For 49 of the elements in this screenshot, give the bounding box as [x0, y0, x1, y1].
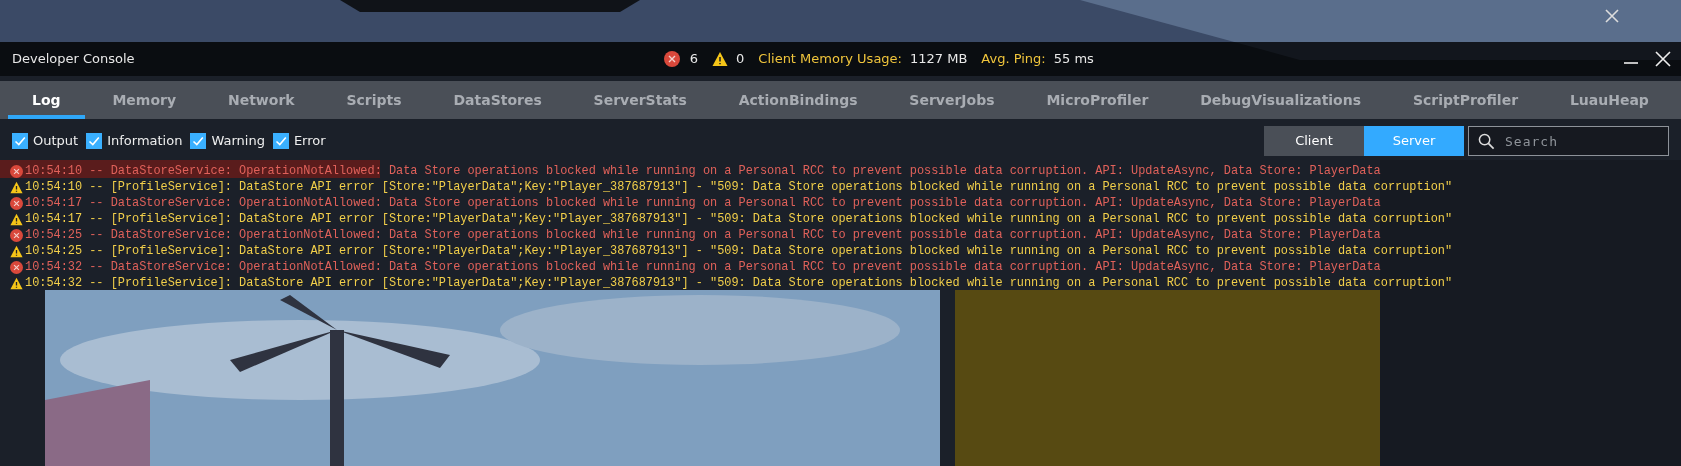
tab[interactable]: ScriptProfiler [1388, 81, 1543, 119]
tab[interactable]: LuauHeap [1545, 81, 1673, 119]
tab[interactable]: ServerJobs [885, 81, 1019, 119]
toggle-button[interactable]: Client [1264, 126, 1364, 156]
window-title: Developer Console [11, 51, 135, 67]
log-entry: 10:54:17 -- DataStoreService: OperationNotAllowed: Data Store operations blocked while running on a Personal RCC to prevent possible data corruption. API: UpdateAsync, Data Store: PlayerData [25, 195, 1381, 211]
log-entry: 10:54:10 -- DataStoreService: OperationNotAllowed: Data Store operations blocked while running on a Personal RCC to prevent possible data corruption. API: UpdateAsync, Data Store: PlayerData [25, 163, 1381, 179]
checkbox-label: Warning [211, 132, 265, 151]
checkbox-label: Output [33, 132, 79, 151]
tab[interactable]: Log [8, 81, 85, 119]
log-entry: 10:54:32 -- DataStoreService: OperationNotAllowed: Data Store operations blocked while running on a Personal RCC to prevent possible data corruption. API: UpdateAsync, Data Store: PlayerData [25, 259, 1381, 275]
warning-icon [10, 276, 23, 290]
error-icon [10, 196, 23, 210]
log-entry: 10:54:32 -- [ProfileService]: DataStore API error [Store:"PlayerData";Key:"Player_387687913"] - "509: Data Store operations blocked while running on a Personal RCC to prevent possible data corruption" [25, 275, 1453, 291]
warning-icon [10, 212, 23, 226]
tab[interactable]: DebugVisualizations [1176, 81, 1386, 119]
error-icon [663, 51, 680, 67]
log-entry: 10:54:17 -- [ProfileService]: DataStore API error [Store:"PlayerData";Key:"Player_387687913"] - "509: Data Store operations blocked while running on a Personal RCC to prevent possible data corruption" [25, 211, 1453, 227]
checkbox[interactable] [86, 133, 103, 149]
ping-label: Avg. Ping: [981, 50, 1046, 69]
tab[interactable]: DataStores [429, 81, 566, 119]
log-entry: 10:54:10 -- [ProfileService]: DataStore API error [Store:"PlayerData";Key:"Player_387687913"] - "509: Data Store operations blocked while running on a Personal RCC to prevent possible data corruption" [25, 179, 1453, 195]
search-icon [1478, 133, 1495, 150]
checkbox[interactable] [12, 133, 28, 149]
log-entry: 10:54:25 -- DataStoreService: OperationNotAllowed: Data Store operations blocked while running on a Personal RCC to prevent possible data corruption. API: UpdateAsync, Data Store: PlayerData [25, 227, 1381, 243]
memory-label: Client Memory Usage: [758, 50, 902, 69]
warning-icon [712, 51, 729, 67]
tab[interactable]: ActionBindings [714, 81, 882, 119]
warning-icon [10, 180, 23, 194]
tab[interactable]: MicroProfiler [1022, 81, 1173, 119]
warning-count: 0 [736, 50, 745, 69]
checkbox[interactable] [190, 133, 207, 149]
warning-icon [10, 244, 23, 258]
close-icon[interactable] [1655, 51, 1671, 67]
tab[interactable]: Network [203, 81, 319, 119]
log-entry: 10:54:25 -- [ProfileService]: DataStore API error [Store:"PlayerData";Key:"Player_387687913"] - "509: Data Store operations blocked while running on a Personal RCC to prevent possible data corruption" [25, 243, 1453, 259]
search-field[interactable]: Search [1468, 126, 1669, 156]
error-icon [10, 164, 23, 178]
checkbox-label: Error [293, 132, 326, 151]
error-icon [10, 260, 23, 274]
memory-value: 1127 MB [910, 50, 968, 69]
tab[interactable]: ServerStats [569, 81, 711, 119]
ping-value: 55 ms [1053, 50, 1094, 69]
checkbox-label: Information [107, 132, 183, 151]
tab[interactable]: Memory [88, 81, 201, 119]
error-icon [10, 228, 23, 242]
toggle-button[interactable]: Server [1364, 126, 1464, 156]
error-count: 6 [689, 50, 699, 69]
tab[interactable]: Scripts [322, 81, 426, 119]
